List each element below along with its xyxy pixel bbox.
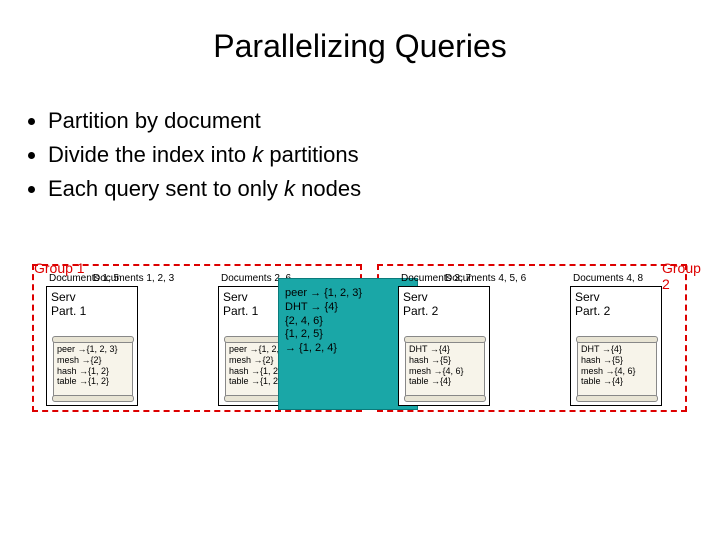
center-row: {2, 4, 6} — [285, 315, 411, 329]
index-row: mesh →{4, 6} — [409, 366, 481, 377]
index-scroll: DHT →{4} hash →{5} mesh →{4, 6} table →{… — [405, 339, 485, 399]
serv-text: Serv — [223, 290, 248, 304]
var-k: k — [252, 142, 263, 167]
bullet-text: partitions — [263, 142, 358, 167]
index-row: hash →{5} — [581, 355, 653, 366]
bullet-item: Divide the index into k partitions — [48, 139, 720, 171]
index-row: table →{4} — [581, 376, 653, 387]
index-row: table →{1, 2} — [57, 376, 129, 387]
part-text: Part. 2 — [403, 304, 438, 318]
index-row: DHT →{4} — [409, 344, 481, 355]
center-row: {1, 2, 5} — [285, 328, 411, 342]
partition-panel-3: Documents 3, 7 Documents 4, 5, 6 Serv Pa… — [398, 286, 490, 406]
bullet-list: Partition by document Divide the index i… — [0, 105, 720, 205]
serv-text: Serv — [51, 290, 76, 304]
group-2-label: Group 2 — [662, 260, 702, 292]
center-row: → {1, 2, 4} — [285, 342, 411, 356]
serv-text: Serv — [403, 290, 428, 304]
index-row: mesh →{4, 6} — [581, 366, 653, 377]
bullet-item: Partition by document — [48, 105, 720, 137]
doc-range: Documents 1, 2, 3 — [93, 273, 174, 284]
part-text: Part. 1 — [223, 304, 258, 318]
bullet-text: Each query sent to only — [48, 176, 284, 201]
doc-label: Documents 4, 8 — [573, 273, 643, 284]
center-overlay: peer → {1, 2, 3} DHT → {4} {2, 4, 6} {1,… — [278, 278, 418, 410]
part-text: Part. 2 — [575, 304, 610, 318]
slide-title: Parallelizing Queries — [0, 0, 720, 83]
doc-range: Documents 4, 5, 6 — [445, 273, 526, 284]
index-row: DHT →{4} — [581, 344, 653, 355]
serv-text: Serv — [575, 290, 600, 304]
var-k: k — [284, 176, 295, 201]
diagram-stage: Group 1 Group 2 Documents 1, 5 Documents… — [22, 258, 702, 428]
index-row: mesh →{2} — [57, 355, 129, 366]
index-row: table →{4} — [409, 376, 481, 387]
server-label: Serv Part. 1 — [47, 287, 137, 319]
partition-panel-1: Documents 1, 5 Documents 1, 2, 3 Serv Pa… — [46, 286, 138, 406]
center-row: DHT → {4} — [285, 301, 411, 315]
center-row: peer → {1, 2, 3} — [285, 287, 411, 301]
index-scroll: DHT →{4} hash →{5} mesh →{4, 6} table →{… — [577, 339, 657, 399]
bullet-text: nodes — [295, 176, 361, 201]
index-row: peer →{1, 2, 3} — [57, 344, 129, 355]
bullet-item: Each query sent to only k nodes — [48, 173, 720, 205]
index-scroll: peer →{1, 2, 3} mesh →{2} hash →{1, 2} t… — [53, 339, 133, 399]
server-label: Serv Part. 2 — [571, 287, 661, 319]
partition-panel-4: Documents 4, 8 Serv Part. 2 DHT →{4} has… — [570, 286, 662, 406]
bullet-text: Divide the index into — [48, 142, 252, 167]
index-row: hash →{5} — [409, 355, 481, 366]
index-row: hash →{1, 2} — [57, 366, 129, 377]
server-label: Serv Part. 2 — [399, 287, 489, 319]
part-text: Part. 1 — [51, 304, 86, 318]
